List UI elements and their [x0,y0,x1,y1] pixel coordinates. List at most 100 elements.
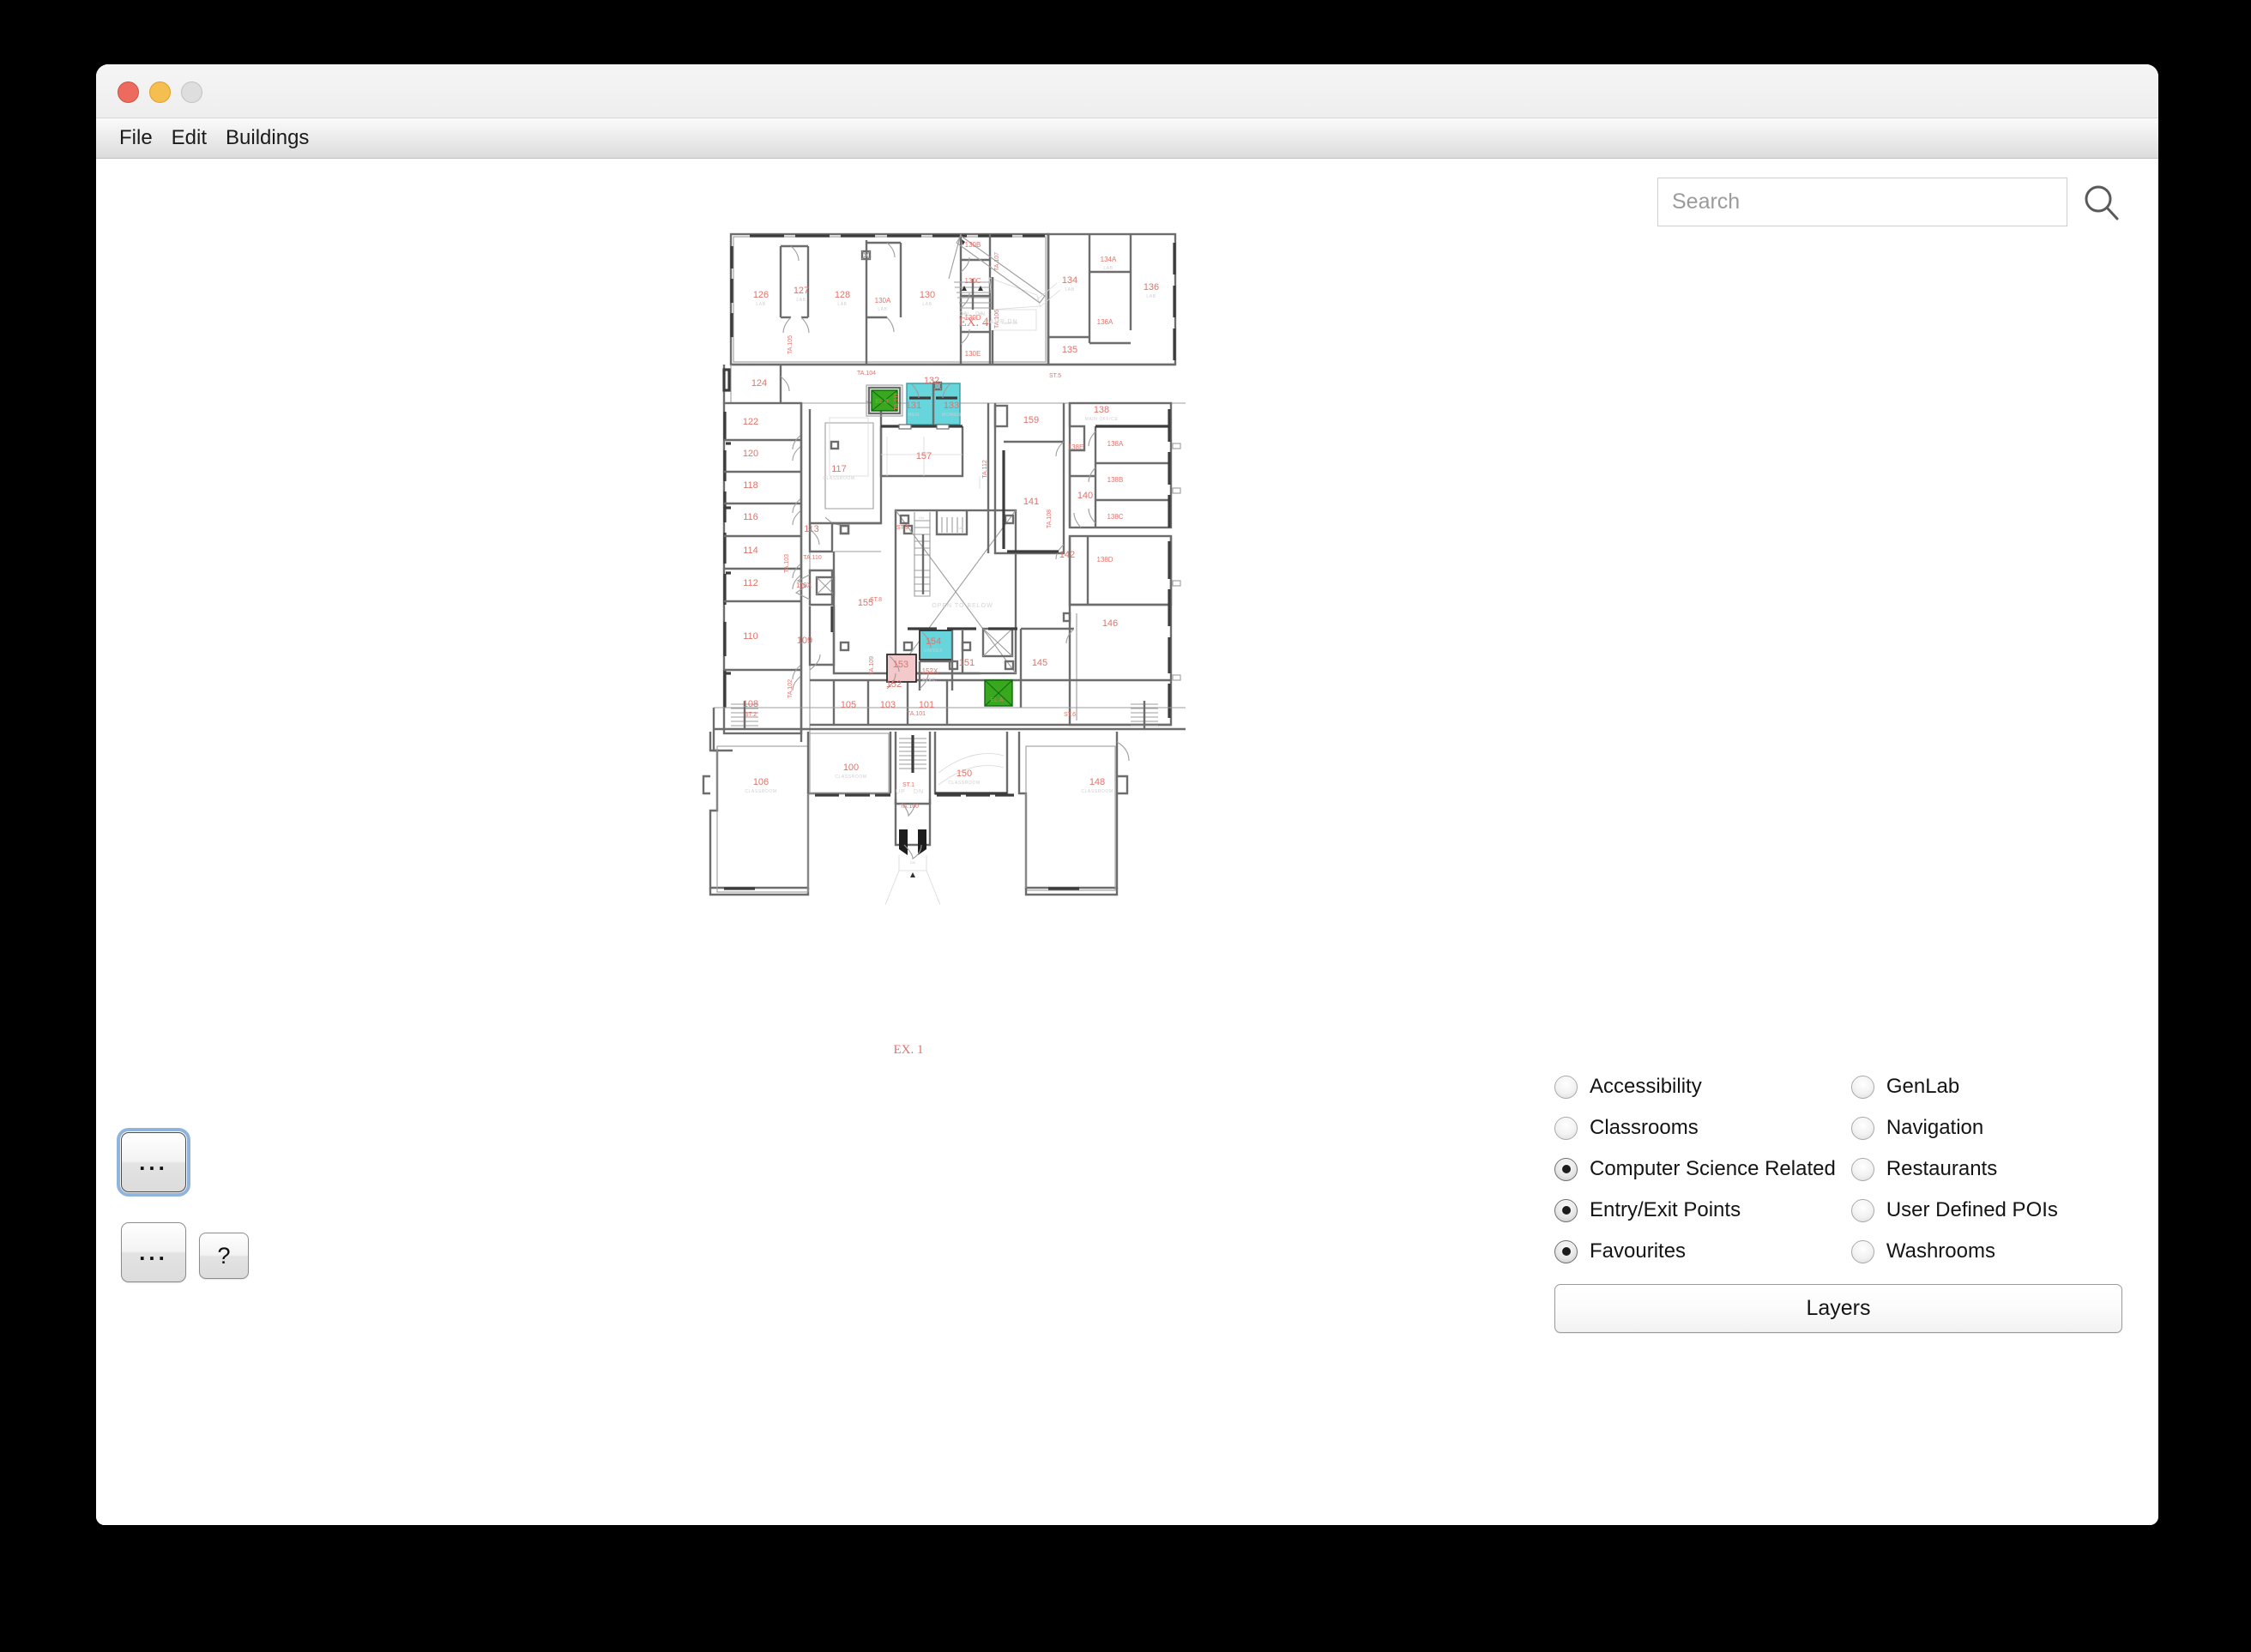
room-label-136: 136 [1144,282,1159,292]
radio-restaurants-icon[interactable] [1850,1157,1874,1181]
svg-text:UP: UP [958,526,963,530]
filter-genlab[interactable]: GenLab [1850,1066,2121,1107]
poi-filter-panel: Accessibility GenLab Classrooms Navigati… [1554,1066,2122,1333]
corridor-label-TA.105: TA.105 [788,335,794,354]
map-options-button-2[interactable]: ... [121,1222,186,1282]
layers-button-label: Layers [1806,1296,1871,1320]
room-label-154: 154 [926,636,941,647]
south-wing: DN [702,732,1130,906]
filter-favourites[interactable]: Favourites [1554,1231,1836,1272]
room-label-138D: 138D [1096,556,1113,564]
room-sublabel-126: LAB [756,302,765,307]
filter-washrooms[interactable]: Washrooms [1850,1231,2121,1272]
room-label-114: 114 [743,546,758,556]
corridor-label-TA.103: TA.103 [784,554,790,573]
room-label-131: 131 [906,401,921,411]
room-label-133: 133 [944,401,959,411]
help-button[interactable]: ? [199,1233,249,1279]
room-label-112: 112 [743,578,758,588]
minimize-window-button[interactable] [149,81,171,103]
poi-filter-grid: Accessibility GenLab Classrooms Navigati… [1554,1066,2121,1272]
room-label-136A: 136A [1097,318,1113,326]
room-label-152X: 152X [922,667,938,675]
room-155 [832,524,980,675]
floor-plan-drawing[interactable]: .w { stroke:#6d6d6d; stroke-width:2.4; f… [465,193,1434,1111]
stair-label-ST.8: ST.8 [870,597,882,603]
room-sublabel-128: LAB [837,302,847,307]
filter-favourites-label: Favourites [1590,1239,1687,1263]
radio-user-defined-pois-icon[interactable] [1850,1198,1874,1222]
annotation-UP: UP [896,789,906,795]
room-sublabel-148: CLASSROOM [1081,789,1113,794]
filter-classrooms[interactable]: Classrooms [1554,1107,1836,1149]
search-input[interactable] [1657,178,2067,226]
layers-button[interactable]: Layers [1554,1284,2122,1333]
room-label-141: 141 [1023,497,1039,507]
map-canvas[interactable]: .w { stroke:#6d6d6d; stroke-width:2.4; f… [96,159,2158,1525]
elevator-label-EL.B: EL.B [875,399,889,405]
filter-accessibility-label: Accessibility [1590,1075,1702,1098]
room-sublabel-138: MAIN OFFICE [1085,417,1119,422]
room-label-134: 134 [1062,275,1077,286]
room-label-151: 151 [959,658,975,668]
annotation-OPEN TO BELOW: OPEN TO BELOW [932,603,993,609]
room-sublabel-131: MEN [908,413,920,418]
filter-computer-science-related[interactable]: Computer Science Related [1554,1149,1836,1190]
exit-4-stairs: DN DN RAMP DN [948,233,1061,365]
filter-restaurants[interactable]: Restaurants [1850,1149,2121,1190]
map-options-button-1[interactable]: ... [117,1128,190,1197]
annotation-RAMP DN: RAMP DN [984,319,1017,325]
room-label-146: 146 [1102,618,1118,629]
radio-computer-science-related-icon[interactable] [1554,1157,1578,1181]
main-office-cluster [1062,401,1181,727]
menu-edit[interactable]: Edit [162,126,216,150]
room-label-138C: 138C [1107,513,1123,521]
floor-plan-svg[interactable]: .w { stroke:#6d6d6d; stroke-width:2.4; f… [465,193,1434,1102]
room-label-110X: 110X [796,582,812,589]
radio-favourites-icon[interactable] [1554,1239,1578,1263]
radio-entry-exit-points-icon[interactable] [1554,1198,1578,1222]
room-label-116: 116 [743,512,758,522]
corridor-label-TA.107: TA.107 [994,252,1000,271]
room-label-100: 100 [843,763,859,773]
corridor-label-TA.108: TA.108 [1047,509,1053,528]
search-area [1657,178,2121,226]
radio-accessibility-icon[interactable] [1554,1075,1578,1099]
rooms-159-141 [979,403,1065,560]
app-window: File Edit Buildings .w { stroke:#6d6d6 [96,64,2158,1525]
room-label-153: 153 [893,660,908,670]
corridor-label-TA.109: TA.109 [869,656,875,675]
filter-classrooms-label: Classrooms [1590,1116,1699,1139]
close-window-button[interactable] [118,81,139,103]
stair-label-ST.5: ST.5 [1049,373,1061,379]
room-sublabel-133: WOMEN [942,413,962,418]
room-label-130B: 130B [965,241,981,249]
map-options-button-2-label: ... [139,1239,168,1265]
filter-accessibility[interactable]: Accessibility [1554,1066,1836,1107]
room-sublabel-134A: LAB [1103,266,1113,271]
window-titlebar [96,64,2158,118]
radio-washrooms-icon[interactable] [1850,1239,1874,1263]
room-label-103: 103 [880,700,896,710]
search-icon[interactable] [2083,184,2121,221]
maximize-window-button[interactable] [181,81,202,103]
filter-navigation[interactable]: Navigation [1850,1107,2121,1149]
radio-classrooms-icon[interactable] [1554,1116,1578,1140]
room-sublabel-134: LAB [1065,287,1074,292]
corridor-label-TA.110: TA.110 [803,555,822,561]
stair-label-ST.6: ST.6 [1064,712,1076,718]
room-label-126: 126 [753,290,769,300]
room-label-101: 101 [919,700,934,710]
radio-genlab-icon[interactable] [1850,1075,1874,1099]
room-label-105: 105 [841,700,856,710]
exit-label-EX. 1: EX. 1 [894,1043,924,1057]
radio-navigation-icon[interactable] [1850,1116,1874,1140]
corridor-label-TA.102: TA.102 [788,679,794,698]
menu-file[interactable]: File [110,126,162,150]
menu-bar: File Edit Buildings [96,118,2158,159]
menu-buildings[interactable]: Buildings [216,126,318,150]
room-157 [879,424,964,478]
room-sublabel-150: CLASSROOM [948,781,980,786]
filter-entry-exit-points[interactable]: Entry/Exit Points [1554,1190,1836,1231]
filter-user-defined-pois[interactable]: User Defined POIs [1850,1190,2121,1231]
